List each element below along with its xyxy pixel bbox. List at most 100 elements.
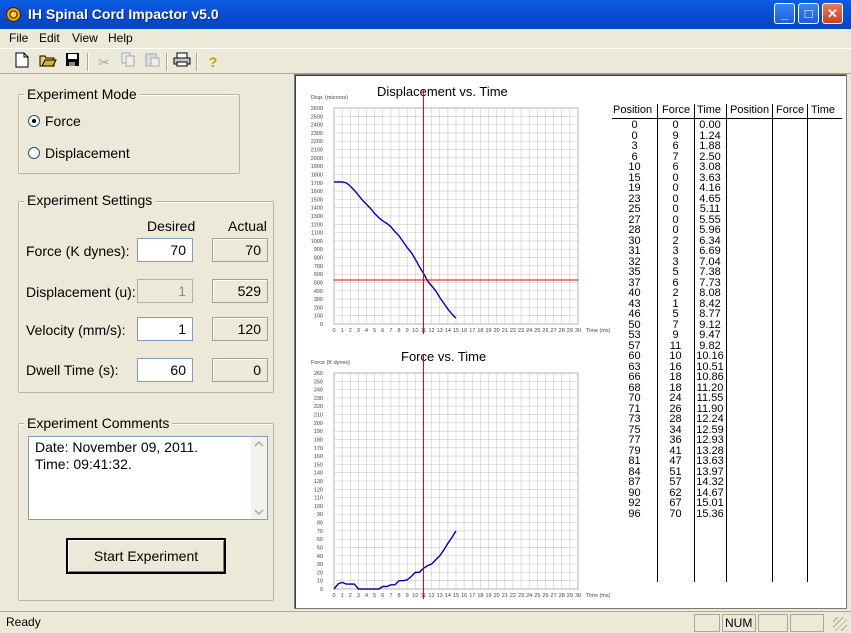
x-tick-label: 7	[389, 328, 392, 334]
y-tick-label: 1300	[311, 214, 323, 220]
y-tick-label: 140	[314, 471, 323, 477]
table-cell: 3.08	[699, 161, 721, 173]
status-panel-scrl	[758, 614, 788, 632]
displacement-radio-label[interactable]: Displacement	[45, 145, 130, 161]
x-tick-label: 12	[429, 328, 435, 334]
table-cell: 4.16	[699, 182, 721, 194]
table-cell: 10	[628, 161, 641, 173]
table-cell: 31	[628, 245, 641, 257]
menu-edit[interactable]: Edit	[39, 31, 60, 45]
displacement-radio[interactable]	[28, 147, 40, 159]
close-button[interactable]: ✕	[822, 3, 843, 24]
y-tick-label: 180	[314, 437, 323, 443]
table-cell: 10.16	[696, 350, 724, 362]
x-tick-label: 30	[575, 593, 581, 599]
table-cell: 81	[628, 455, 641, 467]
y-tick-label: 90	[317, 512, 323, 518]
cut-icon[interactable]: ✂	[94, 52, 114, 72]
maximize-button[interactable]: □	[798, 3, 819, 24]
x-tick-label: 14	[445, 328, 451, 334]
table-cell: 60	[628, 350, 641, 362]
copy-icon[interactable]	[118, 52, 138, 72]
dwell-time-desired-input[interactable]: 60	[137, 358, 193, 382]
table-cell: 14.32	[696, 476, 724, 488]
comments-textarea[interactable]: Date: November 09, 2011. Time: 09:41:32.	[28, 436, 268, 520]
y-tick-label: 800	[314, 256, 323, 262]
y-tick-label: 130	[314, 479, 323, 485]
print-icon[interactable]	[172, 52, 192, 72]
x-tick-label: 22	[510, 593, 516, 599]
y-tick-label: 500	[314, 280, 323, 286]
status-panel-extra	[790, 614, 824, 632]
y-tick-label: 1800	[311, 172, 323, 178]
table-cell: 77	[628, 434, 641, 446]
force-desired-input[interactable]: 70	[137, 238, 193, 262]
actual-header: Actual	[228, 218, 267, 234]
force-radio-label[interactable]: Force	[45, 113, 81, 129]
table-cell: 3	[672, 245, 679, 257]
comments-scrollbar[interactable]	[251, 437, 267, 519]
force-radio[interactable]	[28, 115, 40, 127]
y-tick-label: 2600	[311, 106, 323, 112]
new-file-icon[interactable]	[12, 52, 32, 72]
y-tick-label: 1400	[311, 206, 323, 212]
y-tick-label: 1600	[311, 189, 323, 195]
table-cell: 53	[628, 329, 641, 341]
y-tick-label: 240	[314, 388, 323, 394]
resize-grip[interactable]	[833, 617, 847, 631]
displacement-actual-value: 529	[212, 279, 268, 303]
table-cell: 11.55	[696, 392, 724, 404]
x-tick-label: 16	[461, 593, 467, 599]
x-tick-label: 10	[412, 593, 418, 599]
paste-icon[interactable]	[142, 52, 162, 72]
table-divider	[807, 104, 808, 582]
menu-help[interactable]: Help	[108, 31, 133, 45]
save-icon[interactable]	[62, 52, 82, 72]
table-cell: 0	[672, 119, 679, 131]
y-tick-label: 0	[320, 322, 323, 328]
y-axis-label: Disp. (microns)	[311, 95, 348, 101]
x-tick-label: 12	[429, 593, 435, 599]
y-tick-label: 2500	[311, 114, 323, 120]
x-tick-label: 27	[551, 593, 557, 599]
menu-file[interactable]: File	[9, 31, 28, 45]
table-cell: 57	[669, 476, 682, 488]
y-tick-label: 2400	[311, 123, 323, 129]
open-folder-icon[interactable]	[38, 52, 58, 72]
velocity-desired-input[interactable]: 1	[137, 317, 193, 341]
table-divider	[726, 104, 727, 582]
position-column: 0 0 3 6 10 15 19 23 25 27 28 30 31 32 35 37 40 43 46 50 53 57…	[612, 120, 657, 519]
table-cell: 70	[669, 507, 682, 520]
displacement-label: Displacement (u):	[26, 284, 136, 300]
table-cell: 47	[669, 455, 682, 467]
minimize-button[interactable]: _	[774, 3, 795, 24]
x-tick-label: 9	[406, 593, 409, 599]
y-tick-label: 200	[314, 305, 323, 311]
y-tick-label: 220	[314, 404, 323, 410]
title-bar[interactable]: IH Spinal Cord Impactor v5.0 _ □ ✕	[0, 0, 851, 29]
x-tick-label: 28	[559, 593, 565, 599]
x-tick-label: 1	[341, 328, 344, 334]
table-cell: 6	[672, 140, 679, 152]
table-cell: 0	[631, 119, 638, 131]
y-tick-label: 300	[314, 297, 323, 303]
x-tick-label: 8	[398, 328, 401, 334]
y-tick-label: 150	[314, 462, 323, 468]
table-cell: 67	[669, 497, 682, 509]
start-experiment-button[interactable]: Start Experiment	[66, 538, 226, 574]
help-icon[interactable]: ?	[203, 52, 223, 72]
experiment-mode-group	[18, 94, 240, 174]
menu-view[interactable]: View	[72, 31, 98, 45]
table-cell: 10	[669, 350, 682, 362]
col-header-time-2: Time	[811, 104, 836, 116]
table-cell: 46	[628, 308, 641, 320]
velocity-actual-value: 120	[212, 317, 268, 341]
table-cell: 10.86	[696, 371, 724, 383]
displacement-desired-input[interactable]: 1	[137, 279, 193, 303]
x-tick-label: 20	[494, 593, 500, 599]
desired-header: Desired	[147, 218, 196, 234]
table-cell: 1.88	[699, 140, 721, 152]
y-tick-label: 40	[317, 554, 323, 560]
x-tick-label: 6	[381, 593, 384, 599]
x-tick-label: 28	[559, 328, 565, 334]
